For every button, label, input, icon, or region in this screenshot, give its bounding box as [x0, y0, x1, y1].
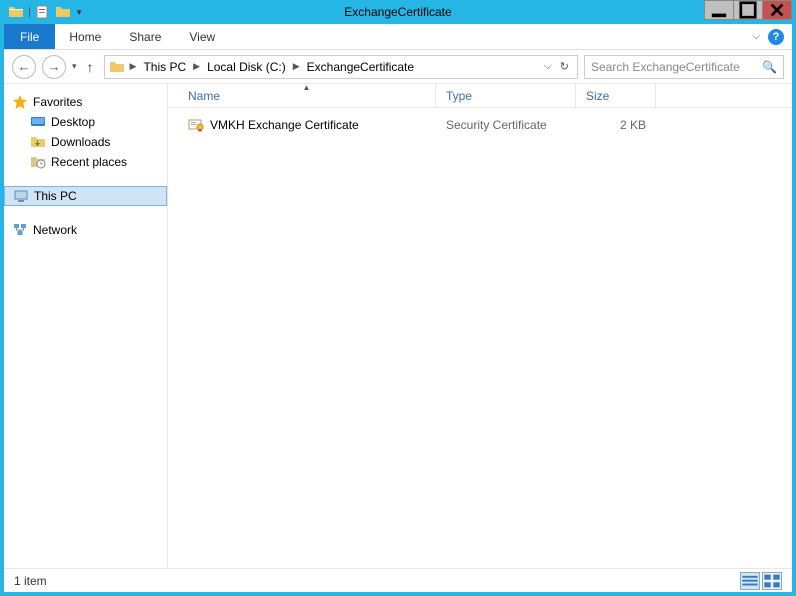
window-title: ExchangeCertificate — [4, 5, 792, 19]
network-label: Network — [33, 223, 77, 237]
computer-icon — [13, 188, 29, 204]
thumbnails-view-button[interactable] — [762, 572, 782, 590]
ribbon-tab-home[interactable]: Home — [55, 24, 115, 49]
up-button[interactable]: ↑ — [83, 59, 98, 75]
breadcrumb-folder[interactable]: ExchangeCertificate — [305, 60, 416, 74]
properties-icon[interactable] — [35, 4, 51, 20]
refresh-icon[interactable]: ↻ — [560, 60, 569, 73]
column-name[interactable]: Name ▲ — [178, 84, 436, 107]
file-type: Security Certificate — [436, 118, 576, 132]
search-input[interactable]: Search ExchangeCertificate 🔍 — [584, 55, 784, 79]
sidebar-item-desktop[interactable]: Desktop — [4, 112, 167, 132]
folder-icon — [8, 4, 24, 20]
chevron-right-icon[interactable]: ▶ — [290, 61, 303, 72]
file-row[interactable]: VMKH Exchange Certificate Security Certi… — [178, 114, 782, 136]
certificate-icon — [188, 117, 204, 133]
ribbon-file-tab[interactable]: File — [4, 24, 55, 49]
details-view-button[interactable] — [740, 572, 760, 590]
search-placeholder: Search ExchangeCertificate — [591, 60, 762, 74]
address-bar[interactable]: ▶ This PC ▶ Local Disk (C:) ▶ ExchangeCe… — [104, 55, 578, 79]
new-folder-icon[interactable] — [55, 4, 71, 20]
search-icon: 🔍 — [762, 60, 777, 74]
sidebar-item-downloads[interactable]: Downloads — [4, 132, 167, 152]
downloads-icon — [30, 134, 46, 150]
item-count: 1 item — [14, 574, 47, 588]
close-button[interactable] — [762, 0, 792, 20]
downloads-label: Downloads — [51, 135, 110, 149]
favorites-label: Favorites — [33, 95, 82, 109]
ribbon: File Home Share View ⌵ ? — [4, 24, 792, 50]
recent-label: Recent places — [51, 155, 127, 169]
chevron-right-icon[interactable]: ▶ — [190, 61, 203, 72]
history-dropdown-icon[interactable]: ▾ — [72, 61, 77, 72]
column-headers: Name ▲ Type Size — [168, 84, 792, 108]
network-icon — [12, 222, 28, 238]
status-bar: 1 item — [4, 568, 792, 592]
file-view: Name ▲ Type Size VMKH Exchange Certifica… — [168, 84, 792, 568]
ribbon-tab-view[interactable]: View — [175, 24, 229, 49]
ribbon-expand-icon[interactable]: ⌵ — [752, 31, 760, 42]
column-size[interactable]: Size — [576, 84, 656, 107]
address-folder-icon — [109, 59, 125, 75]
navigation-bar: ← → ▾ ↑ ▶ This PC ▶ Local Disk (C:) ▶ Ex… — [4, 50, 792, 84]
qat-divider: | — [28, 6, 31, 18]
address-dropdown-icon[interactable]: ⌵ — [543, 60, 551, 73]
sidebar-network[interactable]: Network — [4, 220, 167, 240]
file-name: VMKH Exchange Certificate — [210, 118, 359, 132]
sort-asc-icon: ▲ — [303, 83, 311, 92]
sidebar-thispc[interactable]: This PC — [4, 186, 167, 206]
desktop-icon — [30, 114, 46, 130]
recent-icon — [30, 154, 46, 170]
chevron-right-icon[interactable]: ▶ — [127, 61, 140, 72]
sidebar-favorites[interactable]: Favorites — [4, 92, 167, 112]
breadcrumb-drive[interactable]: Local Disk (C:) — [205, 60, 288, 74]
title-bar: | ▾ ExchangeCertificate — [4, 0, 792, 24]
file-size: 2 KB — [576, 118, 656, 132]
qat-dropdown-icon[interactable]: ▾ — [75, 7, 84, 18]
help-icon[interactable]: ? — [768, 29, 784, 45]
star-icon — [12, 94, 28, 110]
breadcrumb-thispc[interactable]: This PC — [141, 60, 188, 74]
maximize-button[interactable] — [733, 0, 763, 20]
desktop-label: Desktop — [51, 115, 95, 129]
back-button[interactable]: ← — [12, 55, 36, 79]
sidebar-item-recent[interactable]: Recent places — [4, 152, 167, 172]
column-type[interactable]: Type — [436, 84, 576, 107]
thispc-label: This PC — [34, 189, 77, 203]
ribbon-tab-share[interactable]: Share — [115, 24, 175, 49]
navigation-pane: Favorites Desktop Downloads Recent place… — [4, 84, 168, 568]
forward-button[interactable]: → — [42, 55, 66, 79]
minimize-button[interactable] — [704, 0, 734, 20]
